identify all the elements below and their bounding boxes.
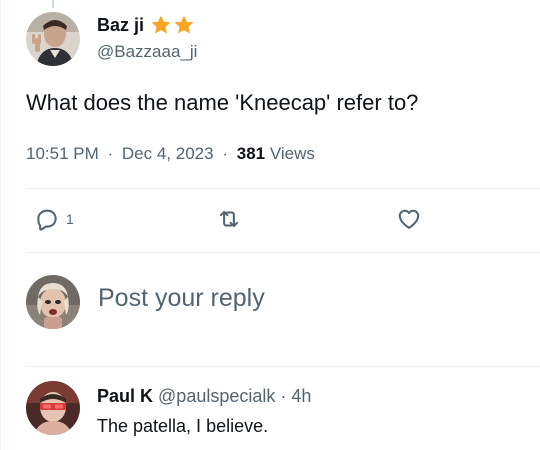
retweet-button[interactable] [216,206,248,232]
views-label: Views [269,144,315,163]
author-name-text: Baz ji [97,14,145,35]
divider [26,252,540,253]
tweet-meta: 10:51 PM · Dec 4, 2023 · 381 Views [26,144,315,164]
reply-time[interactable]: 4h [291,386,311,406]
divider [26,366,540,367]
reply-separator: · [280,386,287,406]
author-avatar[interactable] [26,12,80,66]
like-button[interactable] [396,206,428,232]
author-display-name[interactable]: Baz ji [97,14,195,36]
reply-author-avatar[interactable] [26,381,80,435]
heart-icon [398,209,420,229]
retweet-icon [219,210,239,228]
tweet-time[interactable]: 10:51 PM [26,144,99,163]
meta-separator: · [222,144,228,163]
reply-icon [37,209,57,231]
tweet-text: What does the name 'Kneecap' refer to? [26,90,419,115]
divider [26,188,540,189]
reply-header: Paul K @paulspecialk · 4h [97,386,311,407]
tweet-date[interactable]: Dec 4, 2023 [122,144,214,163]
reply-count: 1 [66,211,74,227]
reply-author-handle[interactable]: @paulspecialk [158,386,275,406]
author-badges [150,14,195,36]
timeline-border [0,0,1,450]
meta-separator: · [107,144,114,163]
reply-input[interactable] [98,284,498,313]
author-avatar-image [26,12,80,66]
reply-author-avatar-image [26,381,80,435]
thread-connector [52,0,54,8]
reply-author-name[interactable]: Paul K [97,386,153,406]
reply-button[interactable]: 1 [34,206,74,232]
viewer-avatar[interactable] [26,275,80,329]
viewer-avatar-image [26,275,80,329]
author-handle[interactable]: @Bazzaaa_ji [97,42,197,62]
star-icon [151,15,171,34]
tweet-detail-view: Baz ji @Bazzaaa_ji What does the name 'K… [0,0,540,450]
views-count: 381 [236,144,266,163]
star-icon [174,15,194,34]
reply-text: The patella, I believe. [97,416,269,436]
